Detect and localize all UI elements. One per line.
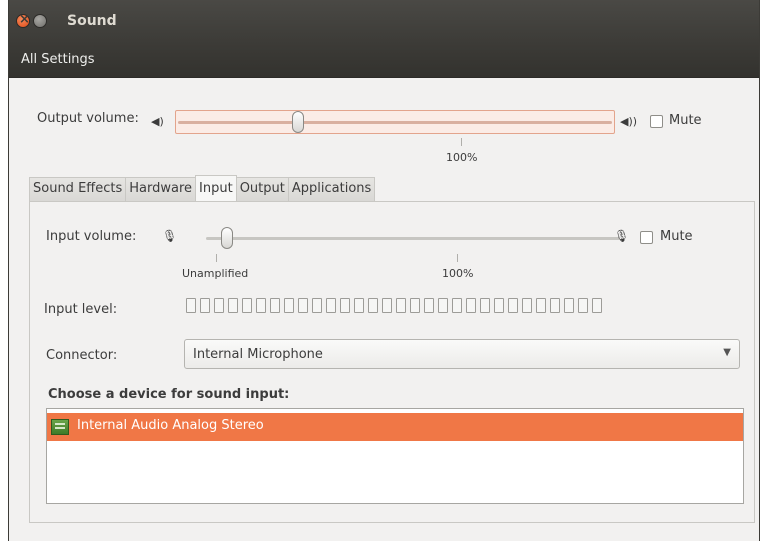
input-level-label: Input level:	[44, 302, 118, 317]
level-segment	[480, 298, 490, 313]
level-segment	[214, 298, 224, 313]
output-mute-checkbox[interactable]	[650, 115, 663, 128]
level-segment	[298, 298, 308, 313]
level-segment	[368, 298, 378, 313]
list-item[interactable]: Internal Audio Analog Stereo	[47, 413, 743, 441]
input-level-meter	[186, 298, 602, 313]
level-segment	[438, 298, 448, 313]
device-list-heading: Choose a device for sound input:	[48, 387, 290, 402]
connector-selected-value: Internal Microphone	[193, 347, 323, 362]
level-segment	[382, 298, 392, 313]
level-segment	[508, 298, 518, 313]
tab-bar: Sound Effects Hardware Input Output Appl…	[29, 175, 376, 201]
level-segment	[494, 298, 504, 313]
input-mute-checkbox[interactable]	[640, 231, 653, 244]
level-segment	[578, 298, 588, 313]
connector-label: Connector:	[46, 348, 118, 363]
input-volume-label: Input volume:	[46, 229, 137, 244]
level-segment	[424, 298, 434, 313]
output-tick-100	[461, 138, 462, 146]
chevron-down-icon: ▼	[723, 347, 731, 358]
microphone-high-icon: 🎙	[614, 229, 630, 243]
level-segment	[200, 298, 210, 313]
sound-card-icon	[51, 419, 69, 435]
tab-output[interactable]: Output	[235, 177, 289, 201]
level-segment	[522, 298, 532, 313]
speaker-low-icon: ◀)	[151, 115, 164, 128]
level-segment	[340, 298, 350, 313]
connector-select[interactable]: Internal Microphone ▼	[184, 339, 740, 369]
level-segment	[536, 298, 546, 313]
level-segment	[256, 298, 266, 313]
microphone-low-icon: 🎙	[162, 229, 178, 243]
output-volume-label: Output volume:	[37, 111, 139, 126]
output-tick-100-label: 100%	[446, 151, 478, 164]
level-segment	[550, 298, 560, 313]
content-area: Output volume: ◀) ◀)) Mute 100% Sound Ef…	[9, 79, 759, 541]
input-tick-100-label: 100%	[442, 267, 474, 280]
tab-input[interactable]: Input	[195, 175, 237, 201]
input-volume-slider[interactable]	[206, 237, 620, 240]
all-settings-button[interactable]: All Settings	[21, 52, 95, 67]
level-segment	[326, 298, 336, 313]
title-bar: Sound	[9, 0, 759, 44]
level-segment	[592, 298, 602, 313]
toolbar: All Settings	[9, 44, 759, 78]
level-segment	[452, 298, 462, 313]
input-volume-knob[interactable]	[221, 227, 233, 249]
level-segment	[242, 298, 252, 313]
level-segment	[284, 298, 294, 313]
tab-applications[interactable]: Applications	[287, 177, 376, 201]
tab-hardware[interactable]: Hardware	[125, 177, 197, 201]
input-tick-100	[457, 254, 458, 262]
level-segment	[396, 298, 406, 313]
level-segment	[228, 298, 238, 313]
input-tab-panel: Input volume: 🎙 🎙 Mute Unamplified 100% …	[29, 201, 755, 523]
close-window-button[interactable]	[16, 12, 30, 28]
device-name: Internal Audio Analog Stereo	[77, 418, 264, 433]
input-tick-unamplified-label: Unamplified	[182, 267, 249, 280]
tab-sound-effects[interactable]: Sound Effects	[29, 177, 127, 201]
level-segment	[186, 298, 196, 313]
speaker-high-icon: ◀))	[620, 115, 638, 128]
output-mute-label: Mute	[669, 113, 702, 128]
level-segment	[312, 298, 322, 313]
level-segment	[410, 298, 420, 313]
input-device-list: Internal Audio Analog Stereo	[46, 408, 744, 504]
output-volume-slider[interactable]	[175, 110, 615, 134]
level-segment	[354, 298, 364, 313]
output-volume-knob[interactable]	[292, 111, 304, 133]
input-tick-unamplified	[216, 254, 217, 262]
level-segment	[466, 298, 476, 313]
level-segment	[564, 298, 574, 313]
minimize-window-button[interactable]	[33, 14, 47, 28]
input-mute-label: Mute	[660, 229, 693, 244]
sound-window: Sound All Settings Output volume: ◀) ◀))…	[8, 0, 760, 541]
level-segment	[270, 298, 280, 313]
window-title: Sound	[67, 13, 117, 29]
